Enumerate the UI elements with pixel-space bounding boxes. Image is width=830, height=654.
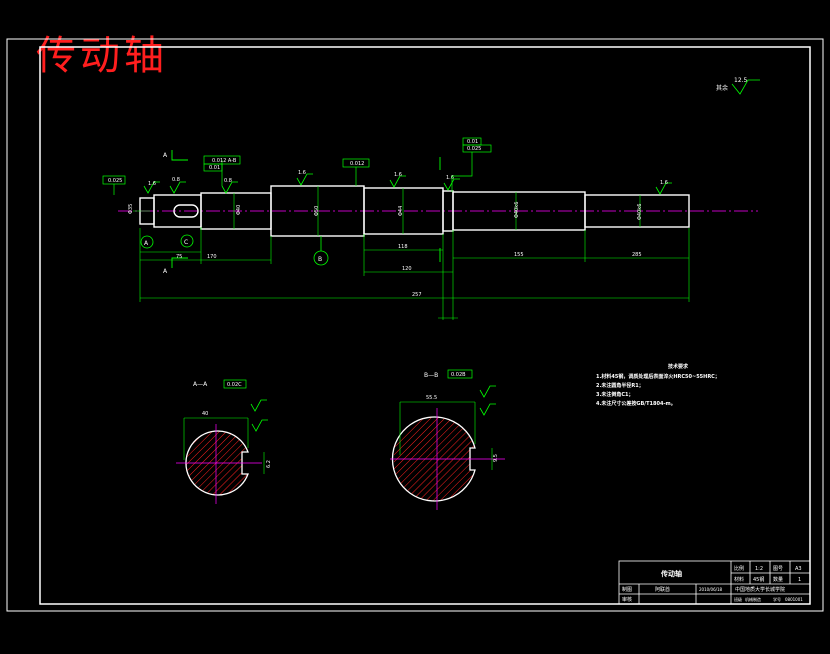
title-block: 传动轴 比例 1:2 图号 A3 材料 45钢 数量 1 制图 阿联酋 2010… [618,560,811,605]
section-b-label: B—B [424,372,438,379]
svg-text:45钢: 45钢 [753,576,764,583]
svg-text:0.012 A-B: 0.012 A-B [212,158,237,164]
svg-text:Φ40k6: Φ40k6 [637,204,643,220]
svg-text:9.5: 9.5 [493,454,499,462]
section-b-b: B—B 0.02B 55.5 9.5 [390,369,505,510]
datum-markers [140,234,329,266]
svg-text:图号: 图号 [773,566,783,572]
other-surfaces-label: 其余 [716,84,728,92]
dimension-values: 257 75 170 118 120 155 285 [176,244,642,298]
svg-text:Φ40: Φ40 [236,205,242,215]
svg-text:55.5: 55.5 [426,395,437,401]
tech-req-item-2: 2.未注圆角半径R1； [596,382,644,389]
surface-finish-note: 其余 12.5 [716,77,760,95]
svg-text:Φ44: Φ44 [398,206,404,216]
svg-text:1.6: 1.6 [298,170,306,176]
svg-text:120: 120 [402,266,412,272]
svg-text:比例: 比例 [734,565,744,572]
svg-text:A3: A3 [795,566,802,572]
svg-text:0.02C: 0.02C [227,382,242,388]
svg-text:C: C [184,239,188,246]
svg-text:1.6: 1.6 [148,181,156,187]
svg-text:170: 170 [207,254,217,260]
svg-text:257: 257 [412,292,422,298]
tech-req-item-1: 1.材料45钢，调质处理后表面淬火HRC50~55HRC； [596,373,720,380]
svg-text:155: 155 [514,252,524,258]
svg-text:0.02B: 0.02B [451,372,466,378]
svg-text:0.025: 0.025 [108,178,122,184]
technical-requirements: 技术要求 1.材料45钢，调质处理后表面淬火HRC50~55HRC； 2.未注圆… [596,363,720,407]
outer-frame [6,38,824,612]
svg-text:A: A [163,152,168,159]
svg-text:Φ35: Φ35 [128,204,134,214]
svg-text:1.6: 1.6 [660,180,668,186]
svg-text:0.8: 0.8 [172,177,180,183]
svg-text:A: A [144,240,149,247]
svg-text:机械制造: 机械制造 [745,596,761,602]
svg-text:材料: 材料 [734,576,744,583]
svg-text:75: 75 [176,254,182,260]
svg-text:1.6: 1.6 [394,172,402,178]
svg-text:0.01: 0.01 [467,139,478,145]
svg-text:285: 285 [632,252,642,258]
svg-text:学号: 学号 [773,596,781,602]
svg-text:A: A [163,268,168,275]
roughness-12-5: 12.5 [734,77,748,84]
svg-text:118: 118 [398,244,408,250]
svg-text:40: 40 [202,411,208,417]
tech-req-heading: 技术要求 [668,363,689,370]
roughness-values: 1.6 0.8 0.8 1.6 1.6 1.6 1.6 [148,170,668,187]
svg-text:审核: 审核 [622,596,632,603]
tech-req-item-3: 3.未注倒角C1； [596,391,634,398]
svg-text:制图: 制图 [622,586,632,593]
svg-text:数量: 数量 [773,576,783,583]
svg-text:0.012: 0.012 [350,161,364,167]
svg-text:阿联酋: 阿联酋 [655,586,670,593]
section-a-label: A—A [193,381,208,388]
svg-text:班级: 班级 [734,596,742,602]
gdt-values: 0.025 0.012 A-B 0.01 0.012 0.01 0.025 [108,139,481,184]
svg-text:0.025: 0.025 [467,146,481,152]
svg-text:1:2: 1:2 [755,566,763,572]
section-a-a: A—A 0.02C 40 6.2 [176,379,272,504]
svg-text:B: B [318,256,322,263]
svg-text:0.8: 0.8 [224,178,232,184]
inner-frame [39,46,811,605]
svg-text:6.2: 6.2 [266,460,272,468]
roughness-symbols [143,173,672,195]
dimension-lines [139,227,690,320]
svg-text:0801001: 0801001 [785,597,803,602]
cad-drawing: 其余 12.5 Φ35 Φ40 Φ50 Φ44 Φ40k6 Φ40k6 1.6 … [6,38,824,612]
svg-text:Φ40k6: Φ40k6 [514,202,520,218]
svg-text:Φ50: Φ50 [314,206,320,216]
svg-text:1: 1 [798,577,801,583]
svg-text:0.01: 0.01 [209,165,220,171]
shaft-main-view: Φ35 Φ40 Φ50 Φ44 Φ40k6 Φ40k6 1.6 0.8 0.8 … [102,137,758,320]
datum-letters: A C B [144,239,322,263]
section-letters: A A [163,152,168,275]
svg-text:2010/06/18: 2010/06/18 [699,587,723,592]
tb-part-name: 传动轴 [660,569,682,578]
svg-text:中国地质大学长城学院: 中国地质大学长城学院 [735,586,785,593]
tech-req-item-4: 4.未注尺寸公差按GB/T1804-m。 [596,400,676,407]
